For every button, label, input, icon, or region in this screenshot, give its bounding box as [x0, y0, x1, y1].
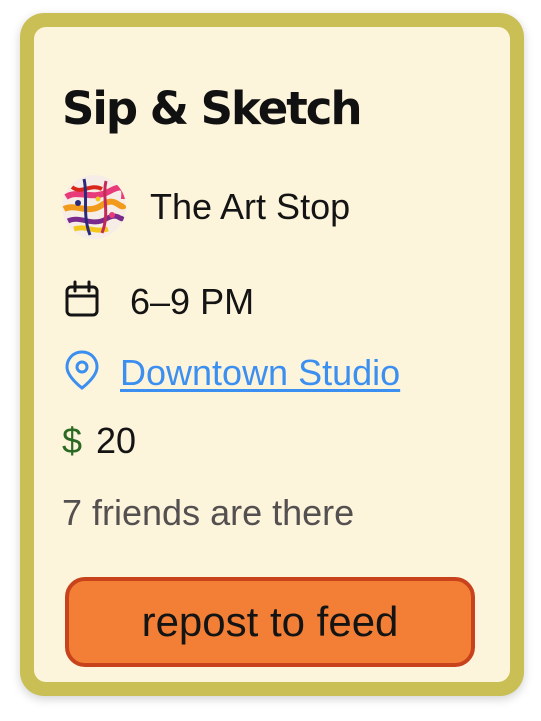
- dollar-icon: $: [62, 420, 83, 461]
- map-pin-icon: [62, 349, 102, 396]
- calendar-icon: [62, 279, 102, 324]
- price-row: $ 20: [62, 420, 136, 462]
- event-title: Sip & Sketch: [62, 82, 362, 135]
- friends-row: 7 friends are there: [62, 492, 354, 534]
- host-avatar[interactable]: [62, 175, 126, 239]
- friends-attending: 7 friends are there: [62, 492, 355, 533]
- host-name[interactable]: The Art Stop: [150, 186, 350, 228]
- host-avatar-image: [62, 175, 126, 239]
- host-row: The Art Stop: [62, 175, 350, 239]
- location-link[interactable]: Downtown Studio: [120, 352, 400, 394]
- location-row: Downtown Studio: [62, 349, 400, 396]
- event-time: 6–9 PM: [130, 280, 255, 322]
- event-card: Sip & Sketch The Art Stop 6–9 PM Downtow…: [20, 13, 524, 696]
- time-row: 6–9 PM: [62, 279, 254, 324]
- event-card-body: Sip & Sketch The Art Stop 6–9 PM Downtow…: [34, 27, 510, 682]
- event-price: 20: [96, 420, 137, 461]
- repost-button[interactable]: repost to feed: [65, 577, 475, 667]
